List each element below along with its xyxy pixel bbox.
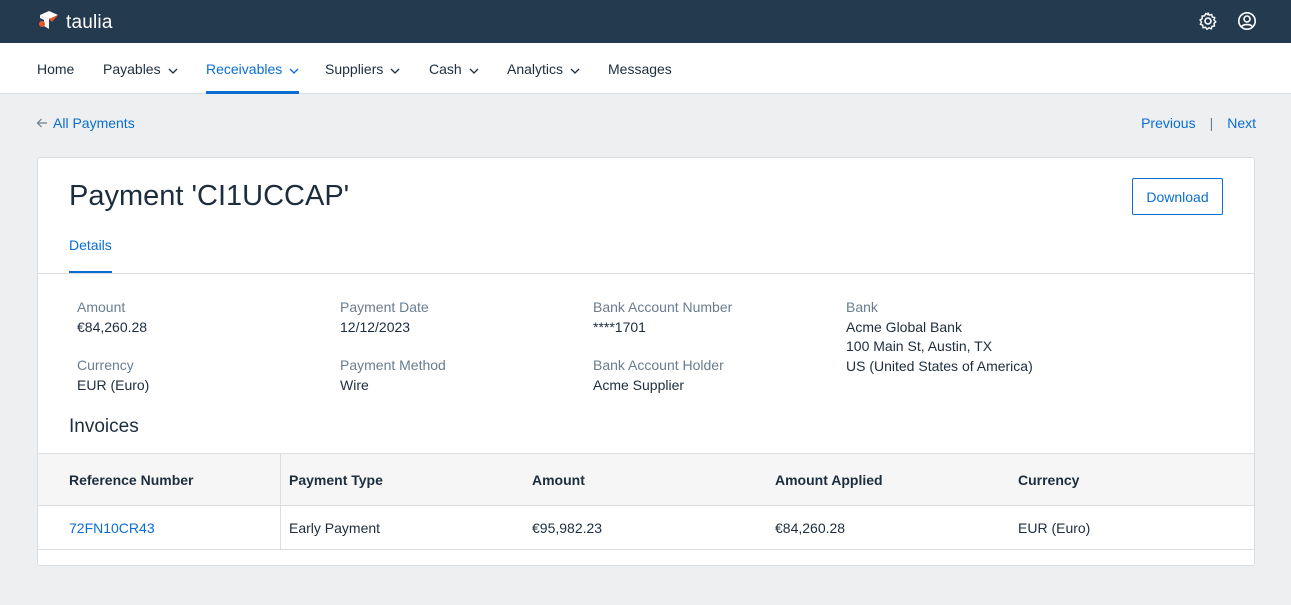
field-value: Acme Supplier [593, 376, 685, 393]
chevron-down-icon [168, 61, 178, 77]
top-bar: taulia [0, 0, 1291, 43]
invoices-table: Reference Number Payment Type Amount Amo… [38, 453, 1254, 550]
field-amount: Amount €84,260.28 [77, 298, 147, 337]
nav-analytics-label: Analytics [507, 60, 564, 77]
field-value: €84,260.28 [77, 318, 148, 335]
nav-suppliers-label: Suppliers [325, 60, 384, 77]
invoice-reference-link[interactable]: 72FN10CR43 [69, 520, 155, 536]
back-to-all-payments-link[interactable]: All Payments [36, 115, 135, 131]
payment-detail-card: Payment 'CI1UCCAP' Download Details Amou… [37, 157, 1255, 566]
field-bank-account-number: Bank Account Number ****1701 [593, 298, 732, 337]
bank-address: 100 Main St, Austin, TX [846, 338, 993, 354]
field-label: Amount [77, 299, 126, 315]
gear-icon[interactable] [1198, 11, 1218, 31]
nav-receivables[interactable]: Receivables [206, 43, 300, 94]
column-header-reference-number[interactable]: Reference Number [38, 454, 281, 505]
cell-amount: €95,982.23 [532, 519, 603, 536]
invoices-heading: Invoices [69, 416, 139, 437]
nav-messages-label: Messages [608, 60, 672, 77]
user-profile-icon[interactable] [1237, 11, 1257, 31]
page-title: Payment 'CI1UCCAP' [69, 180, 350, 212]
main-nav: Home Payables Receivables Suppliers Cash… [0, 43, 1291, 94]
field-currency: Currency EUR (Euro) [77, 356, 149, 395]
taulia-logo-icon [36, 9, 60, 36]
nav-suppliers[interactable]: Suppliers [325, 43, 400, 94]
cell-amount-applied: €84,260.28 [775, 519, 846, 536]
field-label: Payment Method [340, 357, 446, 373]
field-value: Wire [340, 376, 369, 393]
bank-country: US (United States of America) [846, 357, 1033, 374]
nav-home[interactable]: Home [37, 43, 74, 94]
nav-receivables-label: Receivables [206, 60, 283, 77]
chevron-down-icon [570, 61, 580, 77]
field-payment-date: Payment Date 12/12/2023 [340, 298, 429, 337]
nav-home-label: Home [37, 60, 75, 77]
cell-currency: EUR (Euro) [1018, 519, 1091, 536]
brand-name: taulia [66, 11, 113, 33]
download-button[interactable]: Download [1132, 178, 1223, 215]
field-bank: Bank Acme Global Bank 100 Main St, Austi… [846, 298, 1033, 376]
field-label: Payment Date [340, 299, 429, 315]
chevron-down-icon [289, 61, 299, 77]
nav-analytics[interactable]: Analytics [507, 43, 580, 94]
table-header-row: Reference Number Payment Type Amount Amo… [38, 453, 1254, 506]
cell-payment-type: Early Payment [289, 519, 381, 536]
next-link[interactable]: Next [1227, 115, 1256, 131]
brand-logo[interactable]: taulia [36, 9, 113, 36]
tab-details[interactable]: Details [69, 237, 112, 274]
nav-payables-label: Payables [103, 60, 161, 77]
table-row: 72FN10CR43 Early Payment €95,982.23 €84,… [38, 506, 1254, 550]
nav-cash-label: Cash [429, 60, 462, 77]
field-value: 12/12/2023 [340, 318, 411, 335]
column-header-amount[interactable]: Amount [524, 454, 767, 505]
tab-divider [38, 273, 1254, 274]
field-payment-method: Payment Method Wire [340, 356, 446, 395]
field-label: Bank Account Number [593, 299, 733, 315]
column-header-payment-type[interactable]: Payment Type [281, 454, 524, 505]
column-header-amount-applied[interactable]: Amount Applied [767, 454, 1010, 505]
chevron-down-icon [469, 61, 479, 77]
field-value: EUR (Euro) [77, 376, 150, 393]
field-label: Bank [846, 299, 878, 315]
arrow-left-icon [36, 118, 48, 128]
column-header-currency[interactable]: Currency [1010, 454, 1254, 505]
nav-cash[interactable]: Cash [429, 43, 479, 94]
field-label: Currency [77, 357, 134, 373]
back-link-label: All Payments [53, 115, 135, 131]
pager-separator: | [1209, 115, 1214, 131]
record-pager: Previous | Next [1141, 115, 1256, 131]
chevron-down-icon [390, 61, 400, 77]
cell-reference-number: 72FN10CR43 [38, 506, 281, 549]
field-bank-account-holder: Bank Account Holder Acme Supplier [593, 356, 724, 395]
previous-link[interactable]: Previous [1141, 115, 1195, 131]
field-value: ****1701 [593, 318, 646, 335]
bank-name: Acme Global Bank [846, 318, 962, 335]
nav-payables[interactable]: Payables [103, 43, 178, 94]
field-label: Bank Account Holder [593, 357, 724, 373]
nav-messages[interactable]: Messages [608, 43, 672, 94]
